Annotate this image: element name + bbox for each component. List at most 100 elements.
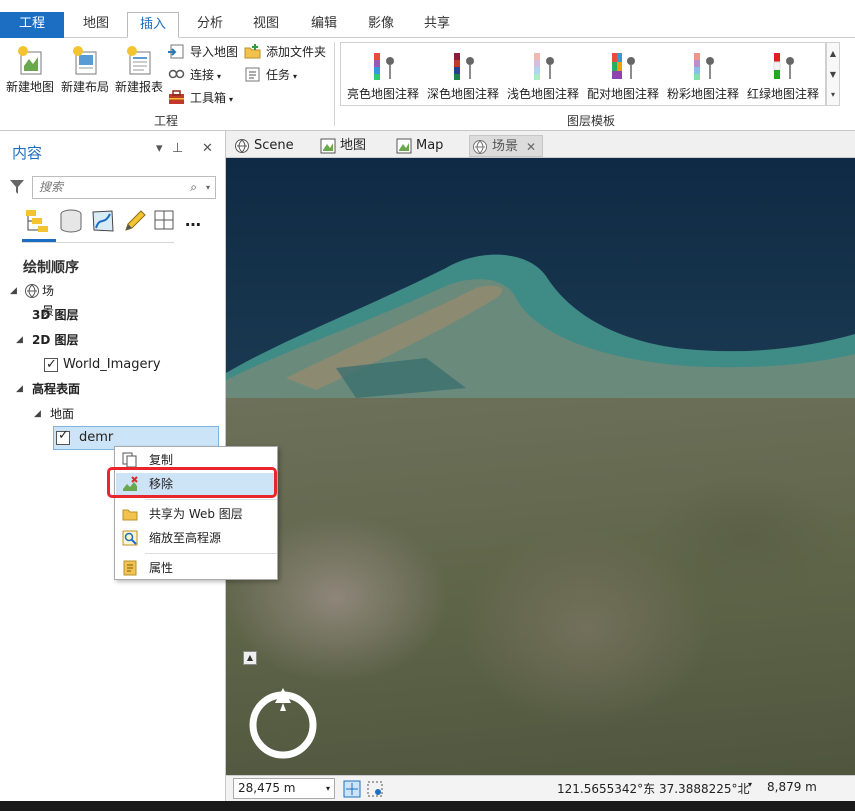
search-input[interactable]: 搜索 ⌕ ▾ (32, 176, 216, 199)
tab-view[interactable]: 视图 (244, 12, 288, 38)
collapse-caret-icon[interactable]: ◢ (16, 330, 23, 350)
new-layout-button[interactable]: 新建布局 (58, 42, 112, 102)
tab-analysis[interactable]: 分析 (188, 12, 232, 38)
import-map-label: 导入地图 (190, 45, 239, 59)
chevron-down-icon[interactable]: ▾ (748, 780, 752, 789)
menu-separator (145, 499, 277, 500)
gallery-scroller[interactable]: ▲ ▼ ▾ (826, 42, 840, 106)
map-icon (320, 138, 336, 154)
toolbox-label: 工具箱 (190, 91, 227, 105)
tab-share[interactable]: 共享 (415, 12, 459, 38)
contents-title: 内容 (12, 144, 43, 162)
tab-imagery[interactable]: 影像 (359, 12, 403, 38)
satellite-sea-imagery (226, 158, 855, 398)
template-bright-annotation[interactable]: 亮色地图注释 (343, 47, 423, 103)
close-tab-icon[interactable]: ✕ (526, 136, 536, 158)
collapse-caret-icon[interactable]: ◢ (10, 281, 17, 301)
project-group-label: 工程 (154, 114, 179, 128)
template-label: 浅色地图注释 (506, 87, 579, 101)
template-red-green-annotation[interactable]: 红绿地图注释 (743, 47, 823, 103)
color-ramp-pin-icon (686, 51, 720, 81)
tree-label: World_Imagery (63, 357, 161, 372)
template-paired-annotation[interactable]: 配对地图注释 (583, 47, 663, 103)
tasks-button[interactable]: 任务 ▾ (244, 65, 297, 85)
tree-label: 高程表面 (32, 382, 81, 396)
template-pastel-annotation[interactable]: 粉彩地图注释 (663, 47, 743, 103)
color-ramp-pin-icon (446, 51, 480, 81)
pane-options-icon[interactable]: ▾ (156, 141, 163, 156)
more-icon[interactable]: … (185, 208, 211, 234)
new-map-label: 新建地图 (5, 80, 54, 94)
tree-label: 2D 图层 (32, 333, 79, 347)
list-by-snapping-icon[interactable] (152, 208, 178, 234)
scene-view-map[interactable]: ▲ (226, 158, 855, 775)
new-map-button[interactable]: 新建地图 (3, 42, 57, 102)
arcgis-pro-window: 工程 地图 插入 分析 视图 编辑 影像 共享 新建地图 新建布局 新建报表 导… (0, 0, 855, 811)
new-layout-label: 新建布局 (60, 80, 109, 94)
tab-label: 地图 (340, 138, 367, 153)
color-ramp-pin-icon (526, 51, 560, 81)
visibility-checkbox[interactable] (44, 355, 58, 375)
navigator-compass-icon[interactable] (246, 685, 320, 759)
menu-item-share-web-layer[interactable]: 共享为 Web 图层 (116, 503, 276, 525)
tab-scene-active[interactable]: 场景 ✕ (469, 135, 544, 158)
list-by-drawing-order-icon[interactable] (24, 208, 50, 234)
add-folder-button[interactable]: 添加文件夹 (244, 42, 326, 62)
template-label: 亮色地图注释 (346, 87, 419, 101)
tab-scene-view[interactable]: Scene (232, 135, 294, 157)
collapse-caret-icon[interactable]: ◢ (16, 379, 23, 399)
list-by-editing-icon[interactable] (122, 208, 148, 234)
connect-button[interactable]: 连接 ▾ (168, 65, 221, 85)
menu-item-properties[interactable]: 属性 (116, 557, 276, 579)
import-map-button[interactable]: 导入地图 (168, 42, 238, 62)
toolbox-button[interactable]: 工具箱 ▾ (168, 88, 233, 108)
list-by-data-source-icon[interactable] (58, 208, 84, 234)
tab-insert[interactable]: 插入 (127, 12, 179, 38)
new-report-label: 新建报表 (114, 80, 163, 94)
ribbon-body: 新建地图 新建布局 新建报表 导入地图 连接 ▾ 工具箱 ▾ 添加文件夹 任务 … (0, 38, 855, 131)
status-bar: 28,475 m ▾ 121.5655342°东 37.3888225°北 ▾ … (226, 775, 855, 801)
color-ramp-pin-icon (366, 51, 400, 81)
tab-label: 场景 (492, 139, 519, 154)
tree-label: 地面 (50, 407, 75, 421)
fixed-zoom-icon[interactable] (343, 780, 361, 798)
color-ramp-pin-icon (606, 51, 640, 81)
menu-item-zoom-to-elevation-source[interactable]: 缩放至高程源 (116, 527, 276, 549)
close-icon[interactable]: ✕ (202, 141, 213, 156)
share-web-layer-icon (122, 506, 138, 522)
scroll-up-icon[interactable]: ▲ (827, 43, 839, 64)
cursor-coordinates: 121.5655342°东 37.3888225°北 (557, 782, 750, 796)
pin-icon[interactable]: ⊥ (172, 141, 183, 156)
tree-label: 3D 图层 (32, 308, 79, 322)
zoom-to-source-icon (122, 530, 138, 546)
collapse-caret-icon[interactable]: ◢ (34, 404, 41, 424)
tree-item-3d-layers[interactable]: 3D 图层 (32, 305, 79, 325)
toolbar-divider (22, 242, 174, 243)
template-light-annotation[interactable]: 浅色地图注释 (503, 47, 583, 103)
tilt-up-icon[interactable]: ▲ (243, 651, 257, 665)
map-icon (396, 138, 412, 154)
visibility-checkbox[interactable] (56, 428, 70, 445)
scale-selector[interactable]: 28,475 m ▾ (233, 778, 335, 799)
menu-separator (145, 553, 277, 554)
layer-templates-group-label: 图层模板 (567, 114, 616, 128)
search-icon[interactable]: ⌕ (190, 177, 197, 198)
new-report-button[interactable]: 新建报表 (112, 42, 166, 102)
template-label: 深色地图注释 (426, 87, 499, 101)
tab-map[interactable]: 地图 (74, 12, 118, 38)
list-by-selection-icon[interactable] (90, 208, 116, 234)
tree-label: demr (79, 430, 114, 445)
tab-map-view[interactable]: Map (394, 135, 443, 157)
gallery-expand-icon[interactable]: ▾ (827, 85, 839, 105)
snapping-icon[interactable] (366, 780, 384, 798)
tab-project[interactable]: 工程 (0, 12, 64, 38)
filter-icon[interactable] (10, 179, 24, 195)
color-ramp-pin-icon (766, 51, 800, 81)
scale-value: 28,475 m (238, 781, 296, 795)
template-dark-annotation[interactable]: 深色地图注释 (423, 47, 503, 103)
scroll-down-icon[interactable]: ▼ (827, 64, 839, 85)
chevron-down-icon[interactable]: ▾ (206, 177, 210, 198)
tab-edit[interactable]: 编辑 (302, 12, 346, 38)
tab-map-view-cn[interactable]: 地图 (318, 135, 366, 157)
chevron-down-icon[interactable]: ▾ (326, 779, 330, 798)
